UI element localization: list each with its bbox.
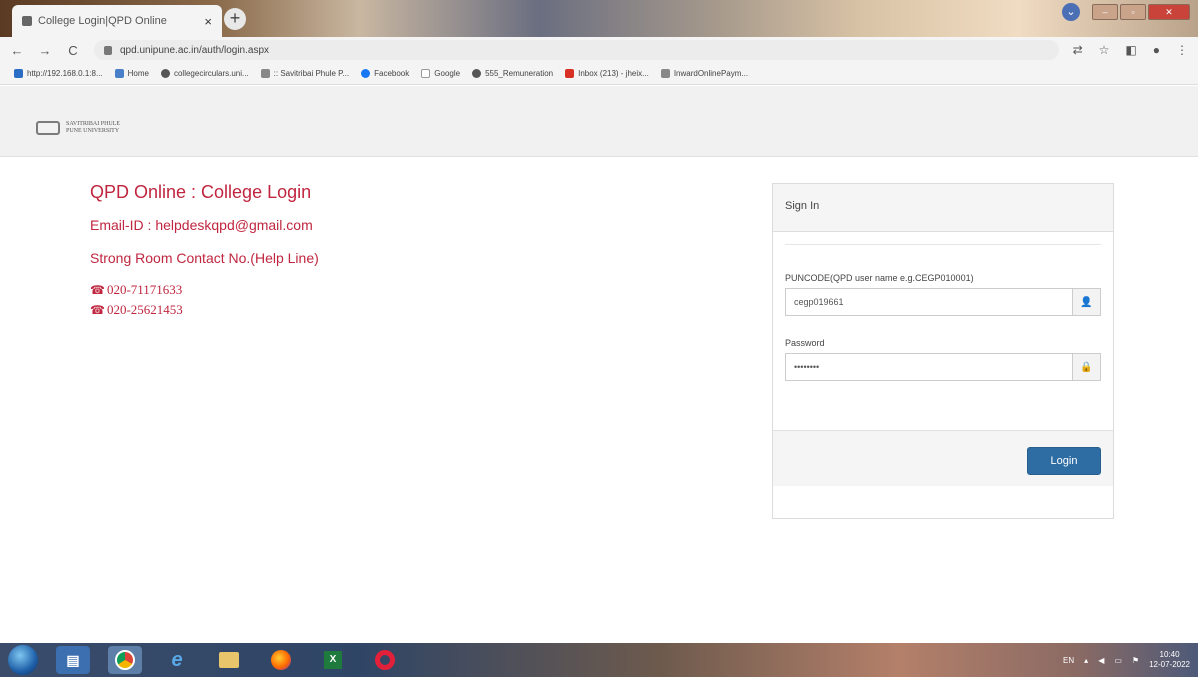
- contact-info: QPD Online : College Login Email-ID : he…: [90, 182, 319, 320]
- phone-icon: ☎: [90, 283, 105, 297]
- bookmark-item[interactable]: Facebook: [361, 69, 409, 78]
- forward-icon[interactable]: →: [38, 43, 52, 58]
- windows-taskbar: ▤ e X EN ▴ ◀ ▭ ⚑ 10:40 12-07-2022: [0, 643, 1198, 677]
- new-tab-button[interactable]: +: [224, 8, 246, 30]
- university-icon: [22, 16, 32, 26]
- bookmarks-bar: http://192.168.0.1:8... Home collegecirc…: [0, 63, 1198, 85]
- translate-icon[interactable]: ⇄: [1073, 43, 1083, 57]
- language-indicator[interactable]: EN: [1063, 656, 1074, 665]
- phone-number: ☎ 020-71171633: [90, 280, 319, 300]
- user-icon: 👤: [1072, 289, 1100, 315]
- network-icon[interactable]: ▭: [1114, 656, 1122, 665]
- internet-explorer-icon[interactable]: e: [160, 646, 194, 674]
- password-label: Password: [785, 338, 825, 348]
- url-text: qpd.unipune.ac.in/auth/login.aspx: [120, 44, 270, 56]
- bookmark-item[interactable]: Google: [421, 69, 460, 78]
- menu-icon[interactable]: ⋮: [1176, 43, 1188, 57]
- clock[interactable]: 10:40 12-07-2022: [1149, 650, 1190, 670]
- university-icon: [660, 69, 670, 78]
- opera-icon[interactable]: [368, 646, 402, 674]
- address-bar[interactable]: qpd.unipune.ac.in/auth/login.aspx: [94, 40, 1059, 60]
- window-controls: ⌄ – ▫ ✕: [1062, 3, 1190, 21]
- phone-icon: ☎: [90, 303, 105, 317]
- password-group: 🔒: [785, 353, 1101, 381]
- close-window-button[interactable]: ✕: [1148, 4, 1190, 20]
- minimize-button[interactable]: –: [1092, 4, 1118, 20]
- helpdesk-email: Email-ID : helpdeskqpd@gmail.com: [90, 217, 313, 233]
- excel-icon[interactable]: X: [316, 646, 350, 674]
- phone-number: ☎ 020-25621453: [90, 300, 319, 320]
- browser-toolbar: ← → C qpd.unipune.ac.in/auth/login.aspx …: [0, 37, 1198, 63]
- show-hidden-icons-icon[interactable]: ▴: [1084, 656, 1088, 665]
- google-icon: [421, 69, 431, 78]
- logo-line-1: SAVITRIBAI PHULE: [66, 121, 121, 127]
- bookmark-item[interactable]: collegecirculars.uni...: [160, 69, 249, 78]
- chrome-icon[interactable]: [108, 646, 142, 674]
- system-tray: EN ▴ ◀ ▭ ⚑ 10:40 12-07-2022: [1063, 643, 1190, 677]
- maximize-button[interactable]: ▫: [1120, 4, 1146, 20]
- action-center-icon[interactable]: ⚑: [1132, 656, 1139, 665]
- login-button[interactable]: Login: [1027, 447, 1101, 475]
- bookmark-item[interactable]: :: Savitribai Phule P...: [260, 69, 349, 78]
- profile-icon[interactable]: ⌄: [1062, 3, 1080, 21]
- home-icon: [114, 69, 124, 78]
- page-title: QPD Online : College Login: [90, 182, 312, 202]
- reload-icon[interactable]: C: [66, 43, 80, 58]
- bookmark-item[interactable]: InwardOnlinePaym...: [660, 69, 748, 78]
- divider: [785, 244, 1101, 245]
- lock-icon: 🔒: [1072, 354, 1100, 380]
- firefox-icon[interactable]: [264, 646, 298, 674]
- web-icon: [472, 69, 482, 78]
- app-icon: [14, 69, 23, 78]
- university-seal-icon: [36, 121, 60, 135]
- facebook-icon: [361, 69, 371, 78]
- username-input[interactable]: [786, 289, 1072, 315]
- sidepanel-icon[interactable]: ◧: [1125, 43, 1136, 57]
- volume-icon[interactable]: ◀: [1098, 656, 1104, 665]
- web-icon: [160, 69, 170, 78]
- toolbar-actions: ⇄ ☆ ◧ ● ⋮: [1073, 43, 1188, 57]
- back-icon[interactable]: ←: [10, 43, 24, 58]
- site-header: SAVITRIBAI PHULE PUNE UNIVERSITY: [0, 86, 1198, 157]
- helpline-heading: Strong Room Contact No.(Help Line): [90, 250, 319, 266]
- signin-form: PUNCODE(QPD user name e.g.CEGP010001) 👤 …: [773, 232, 1113, 381]
- tab-title: College Login|QPD Online: [38, 15, 167, 27]
- bookmark-item[interactable]: 555_Remuneration: [472, 69, 553, 78]
- signin-footer: Login: [773, 430, 1113, 486]
- clock-date: 12-07-2022: [1149, 660, 1190, 669]
- password-input[interactable]: [786, 354, 1072, 380]
- university-icon: [260, 69, 270, 78]
- username-label: PUNCODE(QPD user name e.g.CEGP010001): [785, 273, 974, 283]
- bookmark-item[interactable]: Inbox (213) - jheix...: [565, 69, 649, 78]
- folder-icon[interactable]: [212, 646, 246, 674]
- university-logo[interactable]: SAVITRIBAI PHULE PUNE UNIVERSITY: [36, 121, 120, 135]
- clock-time: 10:40: [1159, 650, 1180, 659]
- lock-icon: [104, 45, 112, 55]
- browser-titlebar: College Login|QPD Online × + ⌄ – ▫ ✕: [0, 0, 1198, 37]
- bookmark-item[interactable]: Home: [114, 69, 149, 78]
- signin-panel: Sign In PUNCODE(QPD user name e.g.CEGP01…: [772, 183, 1114, 519]
- profile-icon[interactable]: ●: [1153, 43, 1160, 57]
- signin-title: Sign In: [773, 184, 1113, 232]
- star-icon[interactable]: ☆: [1099, 43, 1110, 57]
- bookmark-item[interactable]: http://192.168.0.1:8...: [14, 69, 103, 78]
- browser-tab[interactable]: College Login|QPD Online ×: [12, 5, 222, 37]
- close-tab-icon[interactable]: ×: [204, 14, 212, 29]
- start-button[interactable]: [8, 645, 38, 675]
- gmail-icon: [565, 69, 575, 78]
- username-group: 👤: [785, 288, 1101, 316]
- file-explorer-icon[interactable]: ▤: [56, 646, 90, 674]
- logo-line-2: PUNE UNIVERSITY: [66, 128, 120, 134]
